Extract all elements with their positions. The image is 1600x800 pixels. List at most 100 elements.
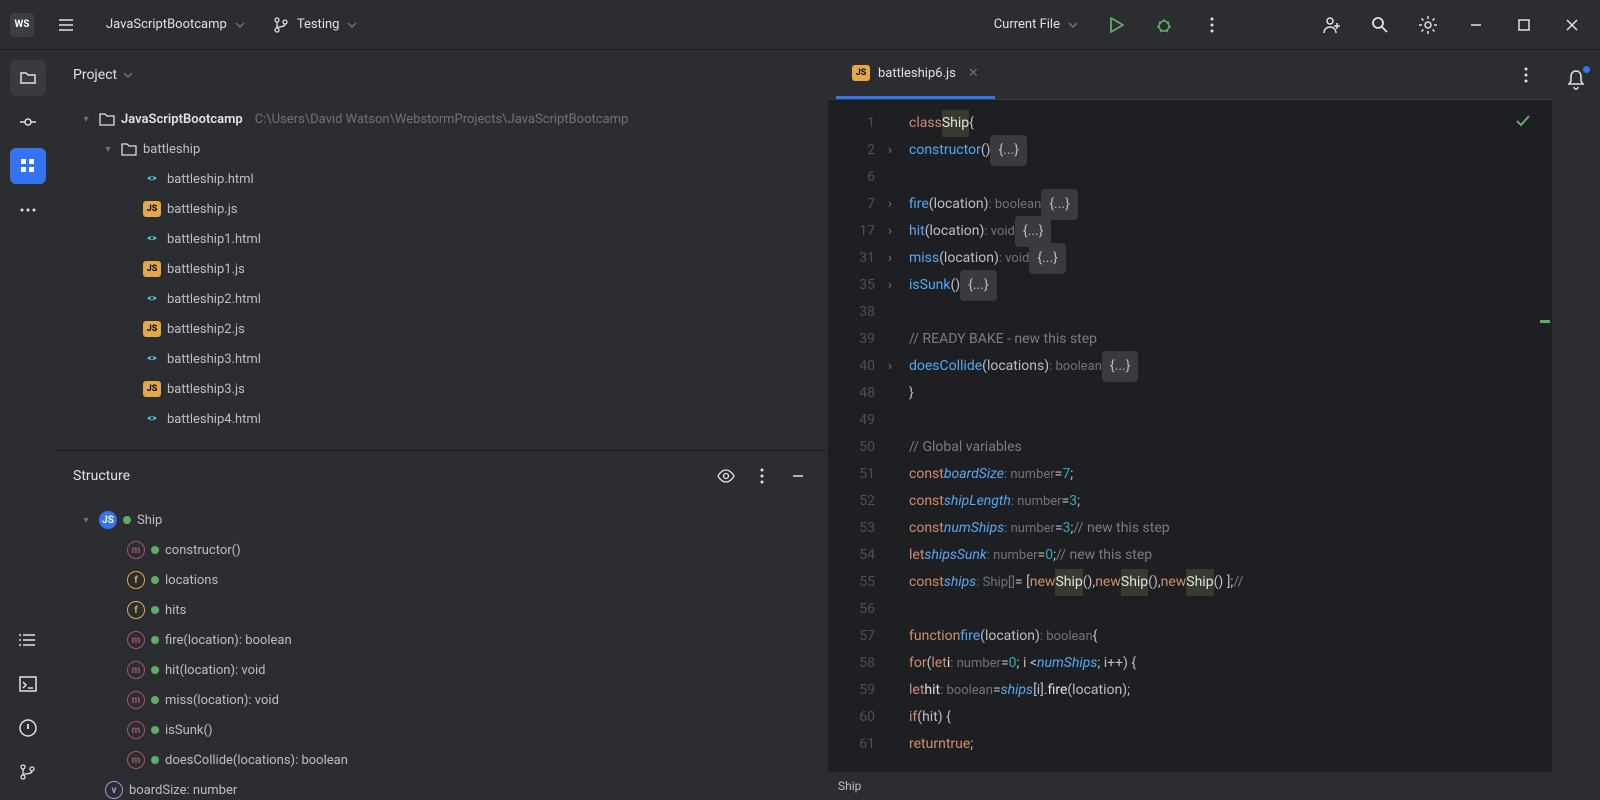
branch-dropdown[interactable]: Testing (265, 13, 366, 37)
more-actions-button[interactable] (1194, 7, 1230, 43)
field-icon: f (127, 601, 145, 619)
project-dropdown[interactable]: JavaScriptBootcamp (98, 13, 253, 36)
struct-member[interactable]: fhits (55, 595, 828, 625)
fold-column[interactable]: ›››››› (883, 100, 897, 772)
structure-panel: Structure ▾JSShipmconstructor()flocation… (55, 450, 828, 800)
right-tool-rail (1552, 50, 1600, 800)
structure-minimize-button[interactable] (786, 464, 810, 488)
chevron-down-icon (235, 22, 245, 28)
tree-folder[interactable]: ▾battleship (55, 134, 828, 164)
tree-file[interactable]: <>battleship3.html (55, 344, 828, 374)
visibility-dot-icon (151, 546, 159, 554)
debug-button[interactable] (1146, 7, 1182, 43)
method-icon: m (127, 751, 145, 769)
chevron-down-icon (347, 22, 357, 28)
code-editor[interactable]: 1267173135383940484950515253545556575859… (828, 100, 1552, 772)
method-icon: m (127, 691, 145, 709)
struct-member[interactable]: mconstructor() (55, 535, 828, 565)
app-icon: WS (10, 13, 34, 37)
structure-actions (714, 464, 810, 488)
commit-tool-button[interactable] (10, 104, 46, 140)
tree-file[interactable]: <>battleship4.html (55, 404, 828, 434)
struct-global[interactable]: vboardSize: number (55, 775, 828, 800)
html-file-icon: <> (143, 291, 161, 307)
structure-panel-header: Structure (55, 451, 828, 501)
hamburger-menu[interactable] (46, 5, 86, 45)
gutter: 1267173135383940484950515253545556575859… (828, 100, 883, 772)
editor-area: JS battleship6.js ✕ 12671731353839404849… (828, 50, 1552, 800)
todo-tool-button[interactable] (10, 622, 46, 658)
tree-file[interactable]: JSbattleship.js (55, 194, 828, 224)
code-with-me-button[interactable] (1314, 7, 1350, 43)
close-window-button[interactable] (1554, 7, 1590, 43)
tree-file[interactable]: <>battleship.html (55, 164, 828, 194)
run-config-dropdown[interactable]: Current File (986, 13, 1086, 36)
notifications-button[interactable] (1558, 62, 1594, 98)
structure-visibility-button[interactable] (714, 464, 738, 488)
js-file-icon: JS (143, 381, 161, 397)
tree-file[interactable]: JSbattleship3.js (55, 374, 828, 404)
tree-file[interactable]: JSbattleship2.js (55, 314, 828, 344)
kebab-icon (1524, 67, 1528, 83)
menu-icon (57, 16, 75, 34)
var-icon: v (105, 781, 123, 799)
method-icon: m (127, 661, 145, 679)
tab-close-button[interactable]: ✕ (968, 66, 979, 81)
struct-member[interactable]: mhit(location): void (55, 655, 828, 685)
project-panel-title[interactable]: Project (73, 67, 133, 83)
gear-icon (1418, 15, 1438, 35)
run-button[interactable] (1098, 7, 1134, 43)
visibility-dot-icon (151, 636, 159, 644)
left-tool-rail (0, 50, 55, 800)
tab-more-button[interactable] (1508, 57, 1544, 93)
dots-icon (20, 208, 36, 212)
person-plus-icon (1322, 15, 1342, 35)
struct-member[interactable]: mmiss(location): void (55, 685, 828, 715)
tree-file[interactable]: <>battleship2.html (55, 284, 828, 314)
problems-tool-button[interactable] (10, 710, 46, 746)
git-icon (19, 763, 37, 781)
tree-file[interactable]: JSbattleship1.js (55, 254, 828, 284)
git-branch-icon (273, 17, 289, 33)
breadcrumb-item[interactable]: Ship (838, 779, 861, 793)
structure-tree[interactable]: ▾JSShipmconstructor()flocationsfhitsmfir… (55, 501, 828, 800)
struct-class[interactable]: ▾JSShip (55, 505, 828, 535)
code-content[interactable]: class Ship { constructor() {...} fire(lo… (897, 100, 1552, 772)
visibility-dot-icon (151, 696, 159, 704)
struct-member[interactable]: flocations (55, 565, 828, 595)
struct-member[interactable]: mdoesCollide(locations): boolean (55, 745, 828, 775)
notification-dot-icon (1583, 66, 1590, 73)
eye-icon (717, 469, 735, 483)
editor-tab[interactable]: JS battleship6.js ✕ (836, 51, 995, 99)
js-file-icon: JS (143, 201, 161, 217)
inspection-ok-icon[interactable] (1514, 112, 1532, 130)
kebab-icon (760, 468, 764, 484)
tree-file[interactable]: <>battleship1.html (55, 224, 828, 254)
html-file-icon: <> (143, 351, 161, 367)
terminal-tool-button[interactable] (10, 666, 46, 702)
settings-button[interactable] (1410, 7, 1446, 43)
run-config-label: Current File (994, 17, 1060, 32)
titlebar: WS JavaScriptBootcamp Testing Current Fi… (0, 0, 1600, 50)
visibility-dot-icon (151, 756, 159, 764)
tree-root[interactable]: ▾JavaScriptBootcampC:\Users\David Watson… (55, 104, 828, 134)
minimize-button[interactable] (1458, 7, 1494, 43)
project-tree[interactable]: ▾JavaScriptBootcampC:\Users\David Watson… (55, 100, 828, 450)
search-button[interactable] (1362, 7, 1398, 43)
tab-filename: battleship6.js (878, 66, 956, 81)
method-icon: m (127, 721, 145, 739)
more-tools-button[interactable] (10, 192, 46, 228)
visibility-dot-icon (123, 516, 131, 524)
struct-member[interactable]: mfire(location): boolean (55, 625, 828, 655)
maximize-button[interactable] (1506, 7, 1542, 43)
class-icon: JS (99, 511, 117, 529)
play-icon (1107, 16, 1125, 34)
structure-more-button[interactable] (750, 464, 774, 488)
project-tool-button[interactable] (10, 60, 46, 96)
html-file-icon: <> (143, 411, 161, 427)
warning-icon (19, 719, 37, 737)
close-icon (1565, 18, 1579, 32)
struct-member[interactable]: misSunk() (55, 715, 828, 745)
structure-tool-button[interactable] (10, 148, 46, 184)
git-tool-button[interactable] (10, 754, 46, 790)
